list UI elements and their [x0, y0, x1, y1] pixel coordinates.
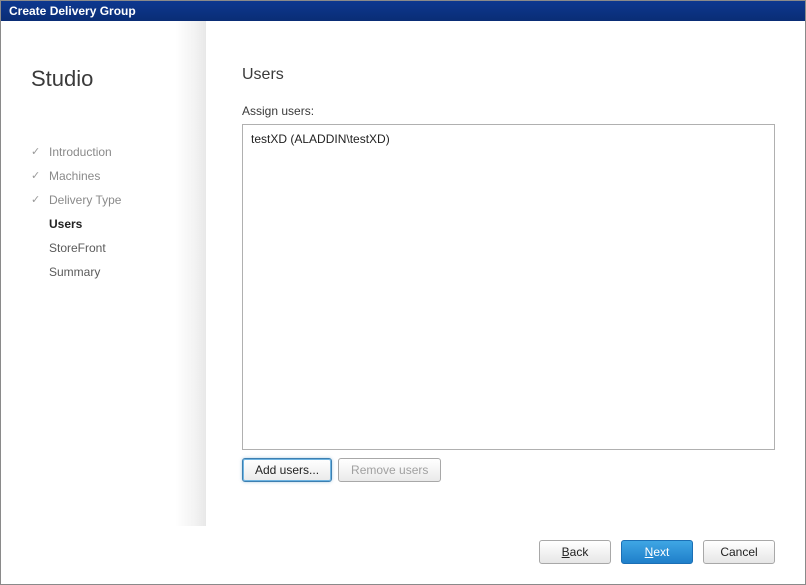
- button-label: Cancel: [720, 545, 757, 559]
- button-rest: ack: [570, 545, 589, 559]
- button-label: Remove users: [351, 463, 428, 477]
- step-storefront[interactable]: StoreFront: [31, 236, 186, 260]
- user-display: testXD (ALADDIN\testXD): [251, 132, 390, 146]
- window-body: Studio Introduction Machines Delivery Ty…: [1, 21, 805, 584]
- step-machines[interactable]: Machines: [31, 164, 186, 188]
- step-label: Introduction: [49, 145, 112, 159]
- wizard-window: Create Delivery Group Studio Introductio…: [0, 0, 806, 585]
- wizard-footer: Back Next Cancel: [1, 526, 805, 584]
- step-delivery-type[interactable]: Delivery Type: [31, 188, 186, 212]
- wizard-steps: Introduction Machines Delivery Type User…: [31, 140, 186, 284]
- step-introduction[interactable]: Introduction: [31, 140, 186, 164]
- list-item[interactable]: testXD (ALADDIN\testXD): [251, 131, 766, 147]
- button-rest: ext: [653, 545, 669, 559]
- user-list[interactable]: testXD (ALADDIN\testXD): [242, 124, 775, 450]
- step-label: StoreFront: [49, 241, 106, 255]
- page-title: Users: [242, 66, 775, 84]
- add-users-button[interactable]: Add users...: [242, 458, 332, 482]
- list-buttons: Add users... Remove users: [242, 458, 775, 482]
- cancel-button[interactable]: Cancel: [703, 540, 775, 564]
- step-label: Machines: [49, 169, 100, 183]
- step-label: Users: [49, 217, 82, 231]
- titlebar: Create Delivery Group: [1, 1, 805, 21]
- step-users[interactable]: Users: [31, 212, 186, 236]
- main-panel: Users Assign users: testXD (ALADDIN\test…: [206, 21, 805, 526]
- remove-users-button: Remove users: [338, 458, 441, 482]
- back-button[interactable]: Back: [539, 540, 611, 564]
- window-title: Create Delivery Group: [9, 4, 136, 18]
- assign-users-label: Assign users:: [242, 104, 775, 118]
- button-label: Add users...: [255, 463, 319, 477]
- step-label: Summary: [49, 265, 100, 279]
- sidebar: Studio Introduction Machines Delivery Ty…: [1, 21, 206, 526]
- mnemonic: B: [562, 545, 570, 559]
- next-button[interactable]: Next: [621, 540, 693, 564]
- sidebar-title: Studio: [31, 66, 186, 92]
- step-label: Delivery Type: [49, 193, 121, 207]
- content-area: Studio Introduction Machines Delivery Ty…: [1, 21, 805, 526]
- step-summary[interactable]: Summary: [31, 260, 186, 284]
